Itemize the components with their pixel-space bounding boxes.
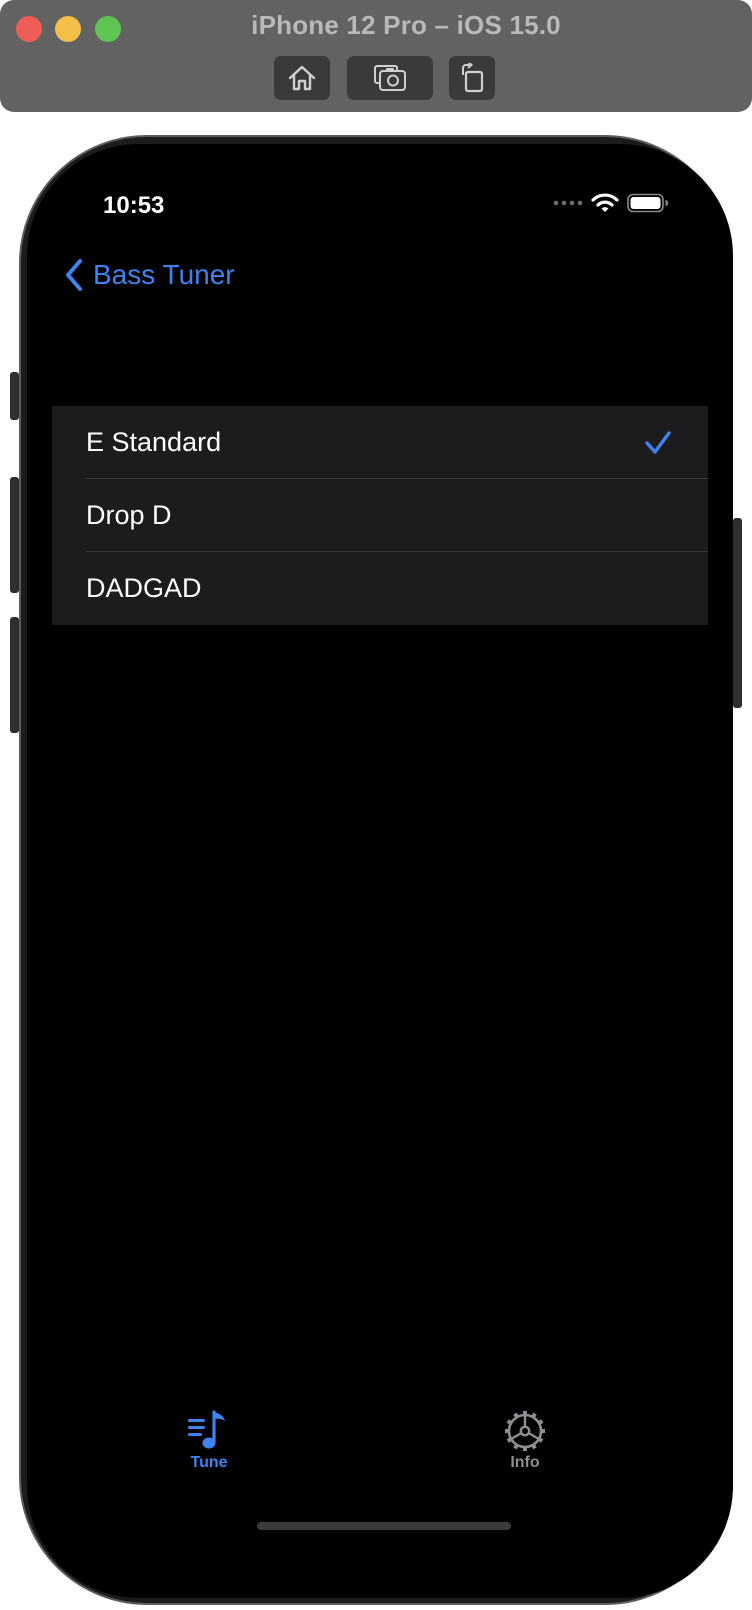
simulator-titlebar: iPhone 12 Pro – iOS 15.0	[0, 0, 752, 112]
tuning-list: E Standard Drop D DADGAD	[52, 406, 708, 625]
tab-label: Info	[510, 1454, 540, 1471]
back-button[interactable]: Bass Tuner	[63, 258, 235, 292]
tuning-label: E Standard	[86, 427, 222, 457]
status-icons	[553, 192, 669, 214]
battery-icon	[627, 193, 668, 213]
wifi-icon	[591, 193, 619, 212]
checkmark-icon	[645, 431, 671, 454]
rotate-icon	[462, 63, 484, 93]
home-indicator	[257, 1522, 511, 1530]
gear-icon	[505, 1411, 545, 1451]
tuning-label: DADGAD	[86, 573, 202, 603]
device-screen: 10:53 Bass Tuner E Standard Drop D DADGA…	[27, 144, 733, 1598]
volume-up-button	[10, 477, 19, 593]
back-label: Bass Tuner	[93, 259, 235, 290]
tuning-label: Drop D	[86, 500, 172, 530]
status-time: 10:53	[103, 192, 165, 219]
tuning-row-dadgad[interactable]: DADGAD	[52, 552, 708, 625]
tuning-row-drop-d[interactable]: Drop D	[52, 479, 708, 552]
mute-switch	[10, 372, 19, 420]
home-button[interactable]	[274, 56, 330, 100]
tab-info[interactable]: Info	[465, 1410, 585, 1472]
rotate-button[interactable]	[449, 56, 495, 100]
power-button	[733, 518, 742, 708]
music-list-icon	[188, 1410, 225, 1449]
tuning-row-e-standard[interactable]: E Standard	[52, 406, 708, 479]
volume-down-button	[10, 617, 19, 733]
tab-tune[interactable]: Tune	[149, 1410, 269, 1472]
simulator-title: iPhone 12 Pro – iOS 15.0	[251, 10, 561, 40]
chevron-left-icon	[66, 259, 82, 291]
signal-dots-icon	[553, 200, 583, 206]
screenshot-button[interactable]	[347, 56, 433, 100]
home-icon	[288, 65, 316, 91]
camera-icon	[374, 65, 406, 91]
tab-label: Tune	[190, 1454, 228, 1471]
